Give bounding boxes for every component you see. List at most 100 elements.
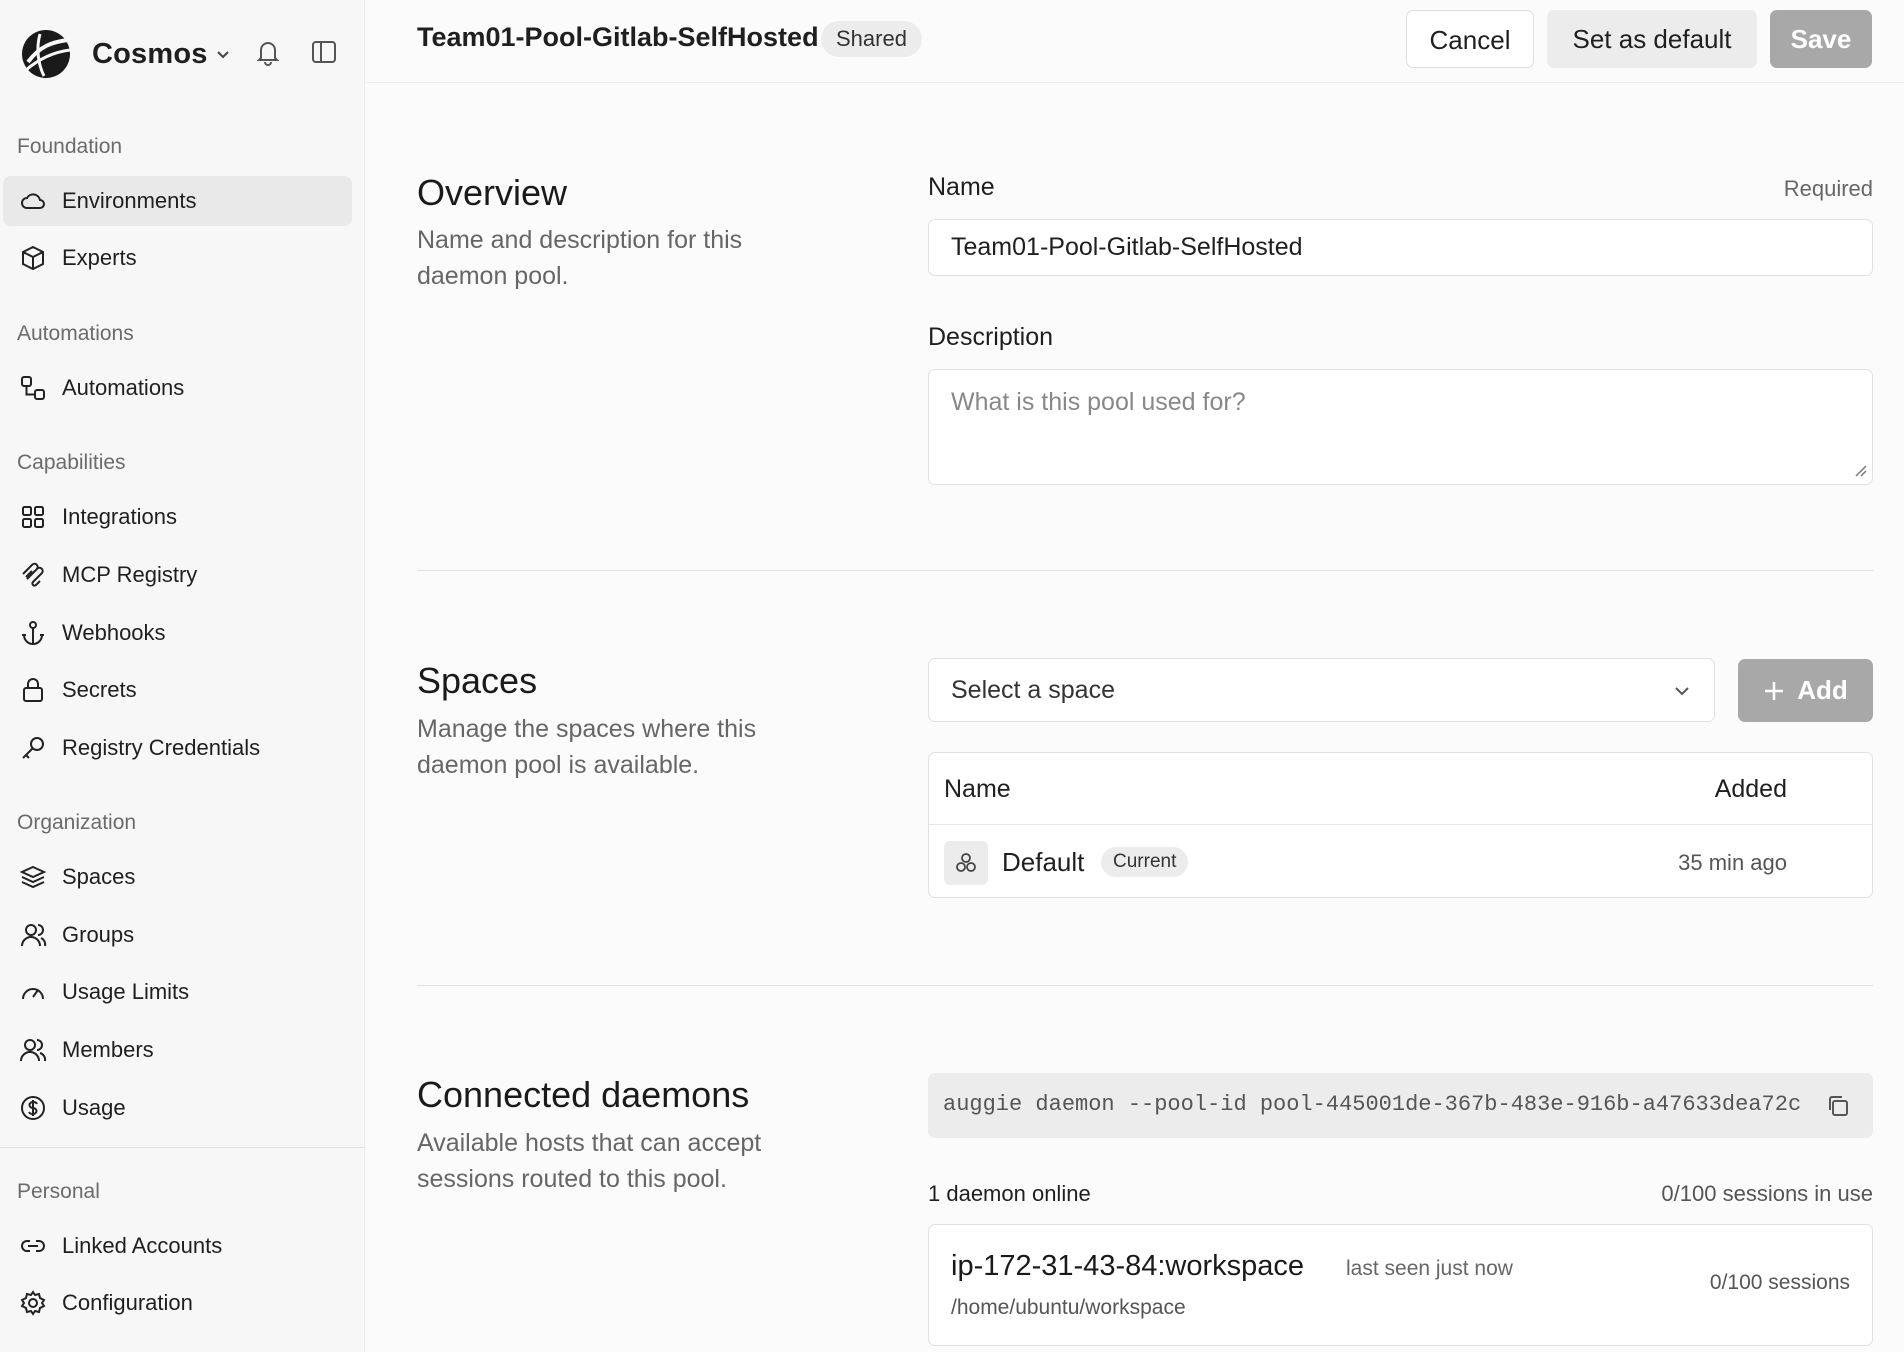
sidebar-divider [0,1147,365,1148]
sidebar-toggle-icon[interactable] [308,36,340,68]
sidebar-item-label: Usage Limits [62,979,190,1004]
plus-icon [1765,681,1784,700]
sidebar-item-webhooks[interactable]: Webhooks [3,608,352,658]
sidebar-item-label: Integrations [62,504,177,529]
sidebar-item-registry-credentials[interactable]: Registry Credentials [3,723,352,773]
description-textarea[interactable] [928,369,1873,485]
sidebar-item-label: Configuration [62,1290,193,1315]
set-default-button[interactable]: Set as default [1547,10,1757,68]
name-input[interactable] [928,219,1873,276]
daemon-command: auggie daemon --pool-id pool-445001de-36… [943,1092,1802,1117]
daemon-card[interactable]: ip-172-31-43-84:workspace last seen just… [928,1224,1873,1346]
daemons-description: Available hosts that can accept sessions… [417,1129,762,1193]
grid-icon [22,506,44,528]
page-title: Team01-Pool-Gitlab-SelfHosted [417,22,819,52]
mcp-icon [22,562,44,587]
daemon-host: ip-172-31-43-84:workspace [951,1250,1305,1282]
daemon-last-seen: last seen just now [1346,1257,1513,1280]
description-label: Description [928,323,1054,351]
sidebar-item-groups[interactable]: Groups [3,910,352,960]
flow-icon [21,376,45,400]
space-name: Default [1002,847,1085,877]
bell-icon[interactable] [252,36,284,68]
sidebar-item-label: Secrets [62,677,137,702]
daemons-title: Connected daemons [417,1074,750,1115]
chevron-down-icon [216,51,229,59]
sidebar-item-label: MCP Registry [62,562,198,587]
space-select-value: Select a space [951,676,1115,704]
section-divider [417,985,1873,986]
sidebar-item-label: Linked Accounts [62,1233,223,1258]
sessions-in-use: 0/100 sessions in use [1661,1181,1873,1206]
daemons-online: 1 daemon online [928,1181,1091,1206]
sidebar-item-linked-accounts[interactable]: Linked Accounts [3,1221,352,1271]
sidebar-item-experts[interactable]: Experts [3,233,352,283]
cancel-button[interactable]: Cancel [1406,10,1534,68]
sidebar-item-label: Spaces [62,864,136,889]
spaces-description: Manage the spaces where this daemon pool… [417,715,757,779]
sidebar-item-usage-limits[interactable]: Usage Limits [3,967,352,1017]
row-divider [929,824,1872,825]
section-organization: Organization [17,811,137,834]
sidebar-item-integrations[interactable]: Integrations [3,492,352,542]
org-switcher[interactable]: Cosmos [18,28,230,80]
chevron-down-icon [1675,687,1689,696]
copy-icon[interactable] [1825,1093,1851,1119]
user-icon [21,924,47,947]
page-header: Team01-Pool-Gitlab-SelfHosted Shared Can… [366,0,1904,83]
sidebar-item-usage[interactable]: Usage [3,1083,352,1133]
lock-icon [23,678,43,702]
sidebar-item-members[interactable]: Members [3,1025,352,1075]
col-added: Added [1714,775,1787,803]
current-badge: Current [1101,847,1189,877]
spaces-table: Name Added Default Current 35 min ago [928,752,1873,898]
add-label: Add [1797,675,1848,705]
key-icon [22,737,44,759]
space-added: 35 min ago [1678,850,1787,875]
sidebar-item-label: Usage [62,1095,126,1120]
cluster-icon [944,841,988,885]
section-divider [417,570,1873,571]
overview-title: Overview [417,172,568,213]
sidebar-item-secrets[interactable]: Secrets [3,665,352,715]
sidebar-item-label: Automations [62,375,185,400]
cube-icon [22,245,44,271]
name-label: Name [928,173,995,201]
section-foundation: Foundation [17,135,123,158]
resize-handle-icon[interactable] [1852,462,1868,478]
command-box: auggie daemon --pool-id pool-445001de-36… [928,1073,1873,1138]
org-name: Cosmos [92,37,208,70]
sidebar-item-environments[interactable]: Environments [3,176,352,226]
shared-badge: Shared [821,21,922,57]
dollar-icon [21,1096,45,1120]
sidebar-item-label: Members [62,1037,154,1062]
add-space-button[interactable]: Add [1738,659,1873,722]
spaces-title: Spaces [417,660,538,701]
daemon-sessions: 0/100 sessions [1709,1271,1850,1294]
sidebar-item-label: Webhooks [62,620,166,645]
sidebar-item-label: Environments [62,188,197,213]
sidebar: Cosmos Foundation Environments Experts A… [0,0,365,1352]
cloud-icon [21,193,45,209]
required-label: Required [1783,176,1873,201]
daemon-path: /home/ubuntu/workspace [951,1296,1186,1319]
layers-icon [19,865,47,889]
sidebar-item-label: Groups [62,922,135,947]
sidebar-item-label: Experts [62,245,137,270]
space-select[interactable]: Select a space [928,658,1715,722]
sidebar-item-spaces[interactable]: Spaces [3,852,352,902]
sidebar-item-label: Registry Credentials [62,735,261,760]
anchor-icon [22,621,44,645]
link-icon [21,1240,45,1252]
sidebar-item-mcp-registry[interactable]: MCP Registry [3,550,352,600]
gauge-icon [22,988,44,1000]
cosmos-logo [22,30,71,78]
overview-description: Name and description for this daemon poo… [417,226,743,290]
save-button[interactable]: Save [1770,10,1872,68]
sidebar-item-automations[interactable]: Automations [3,363,352,413]
col-name: Name [944,775,1011,803]
users-icon [20,1039,47,1062]
section-personal: Personal [17,1180,100,1203]
section-automations: Automations [17,322,134,345]
sidebar-item-configuration[interactable]: Configuration [3,1278,352,1328]
